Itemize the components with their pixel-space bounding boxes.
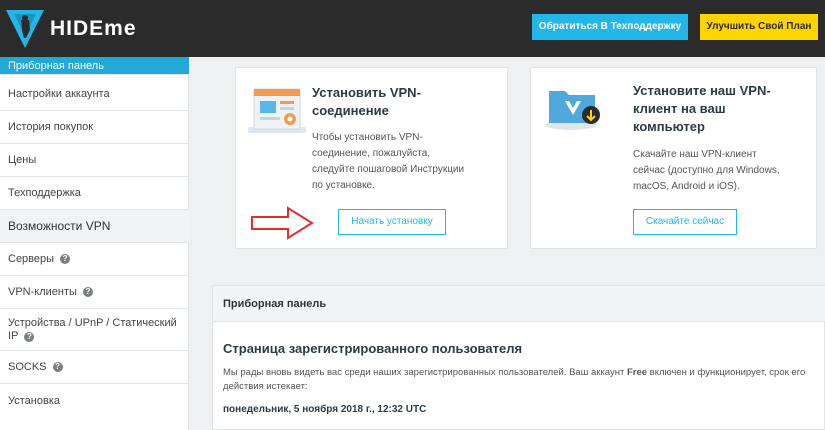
sidebar-item-purchase-history[interactable]: История покупок	[0, 111, 189, 144]
install-vpn-card: Установить VPN- соединение Чтобы установ…	[235, 67, 508, 249]
desc-line: сейчас (доступно для Windows,	[633, 165, 780, 176]
sidebar-item-label-wrap: Устройства / UPnP / Статический IP?	[8, 317, 178, 343]
browser-setup-icon	[248, 88, 306, 133]
sidebar-item-label: SOCKS	[8, 361, 47, 373]
install-vpn-title: Установить VPN- соединение	[312, 84, 421, 120]
welcome-text: Мы рады вновь видеть вас среди наших зар…	[223, 366, 821, 394]
install-client-description: Скачайте наш VPN-клиент сейчас (доступно…	[633, 147, 780, 195]
sidebar-item-devices[interactable]: Устройства / UPnP / Статический IP?	[0, 309, 189, 351]
sidebar-item-support[interactable]: Техподдержка	[0, 177, 189, 210]
logo-mark-icon	[6, 10, 44, 48]
sidebar-item-label: Цены	[8, 154, 37, 166]
help-circle-icon[interactable]: ?	[82, 287, 93, 297]
help-circle-icon[interactable]: ?	[24, 331, 35, 342]
welcome-text-part: Мы рады вновь видеть вас среди наших зар…	[223, 367, 627, 378]
install-vpn-description: Чтобы установить VPN- соединение, пожалу…	[312, 130, 464, 194]
title-line: компьютер	[633, 119, 705, 134]
help-circle-icon[interactable]: ?	[60, 254, 71, 264]
support-button[interactable]: Обратиться В Техподдержку	[532, 14, 688, 40]
title-line: Установите наш VPN-	[633, 83, 771, 98]
desc-line: следуйте пошаговой Инструкции	[312, 164, 465, 175]
registered-user-title: Страница зарегистрированного пользовател…	[223, 341, 523, 356]
install-client-title: Установите наш VPN- клиент на ваш компью…	[633, 82, 771, 136]
sidebar-item-label: Приборная панель	[8, 59, 104, 72]
title-line: Установить VPN-	[312, 85, 421, 100]
download-now-button[interactable]: Скачайте сейчас	[633, 209, 737, 235]
sidebar-item-label: Серверы	[8, 253, 55, 265]
logo-text: HIDEme	[50, 17, 137, 40]
logo[interactable]: HIDEme	[4, 6, 144, 50]
title-line: клиент на ваш	[633, 101, 726, 116]
plan-name: Free	[626, 367, 648, 378]
sidebar-item-label: VPN-клиенты	[8, 286, 77, 298]
sidebar-item-dashboard[interactable]: Приборная панель	[0, 57, 189, 75]
sidebar-item-servers[interactable]: Серверы?	[0, 243, 189, 276]
sidebar-section-label: Возможности VPN	[8, 219, 111, 233]
top-bar: HIDEme Обратиться В Техподдержку Улучшит…	[0, 0, 825, 57]
start-install-button[interactable]: Начать установку	[338, 209, 446, 235]
sidebar-item-label: Техподдержка	[8, 187, 81, 199]
sidebar-item-label: Настройки аккаунта	[8, 88, 110, 100]
install-client-card: Установите наш VPN- клиент на ваш компью…	[530, 67, 817, 249]
sidebar-item-prices[interactable]: Цены	[0, 144, 189, 177]
download-folder-icon	[545, 91, 600, 130]
sidebar-item-vpn-clients[interactable]: VPN-клиенты?	[0, 276, 189, 309]
upgrade-plan-button[interactable]: Улучшить Свой План	[700, 14, 818, 40]
dashboard-panel-header: Приборная панель	[213, 286, 825, 322]
desc-line: по установке.	[312, 180, 375, 191]
desc-line: macOS, Android и iOS).	[633, 181, 740, 192]
desc-line: Чтобы установить VPN-	[312, 132, 423, 143]
sidebar-item-label: Установка	[8, 394, 60, 407]
sidebar-item-socks[interactable]: SOCKS?	[0, 351, 189, 384]
desc-line: Скачайте наш VPN-клиент	[633, 149, 757, 160]
sidebar-item-install[interactable]: Установка	[0, 384, 189, 417]
sidebar: Приборная панель Настройки аккаунта Исто…	[0, 57, 189, 430]
arrow-right-icon	[251, 206, 314, 240]
sidebar-section-vpn-features: Возможности VPN	[0, 210, 189, 243]
desc-line: соединение, пожалуйста,	[312, 148, 431, 159]
title-line: соединение	[312, 103, 389, 118]
help-circle-icon[interactable]: ?	[52, 362, 63, 372]
sidebar-item-label: История покупок	[8, 121, 94, 133]
expiry-date: понедельник, 5 ноября 2018 г., 12:32 UTC	[223, 404, 427, 415]
sidebar-item-account-settings[interactable]: Настройки аккаунта	[0, 78, 189, 111]
dashboard-panel: Приборная панель Страница зарегистрирова…	[212, 285, 825, 430]
